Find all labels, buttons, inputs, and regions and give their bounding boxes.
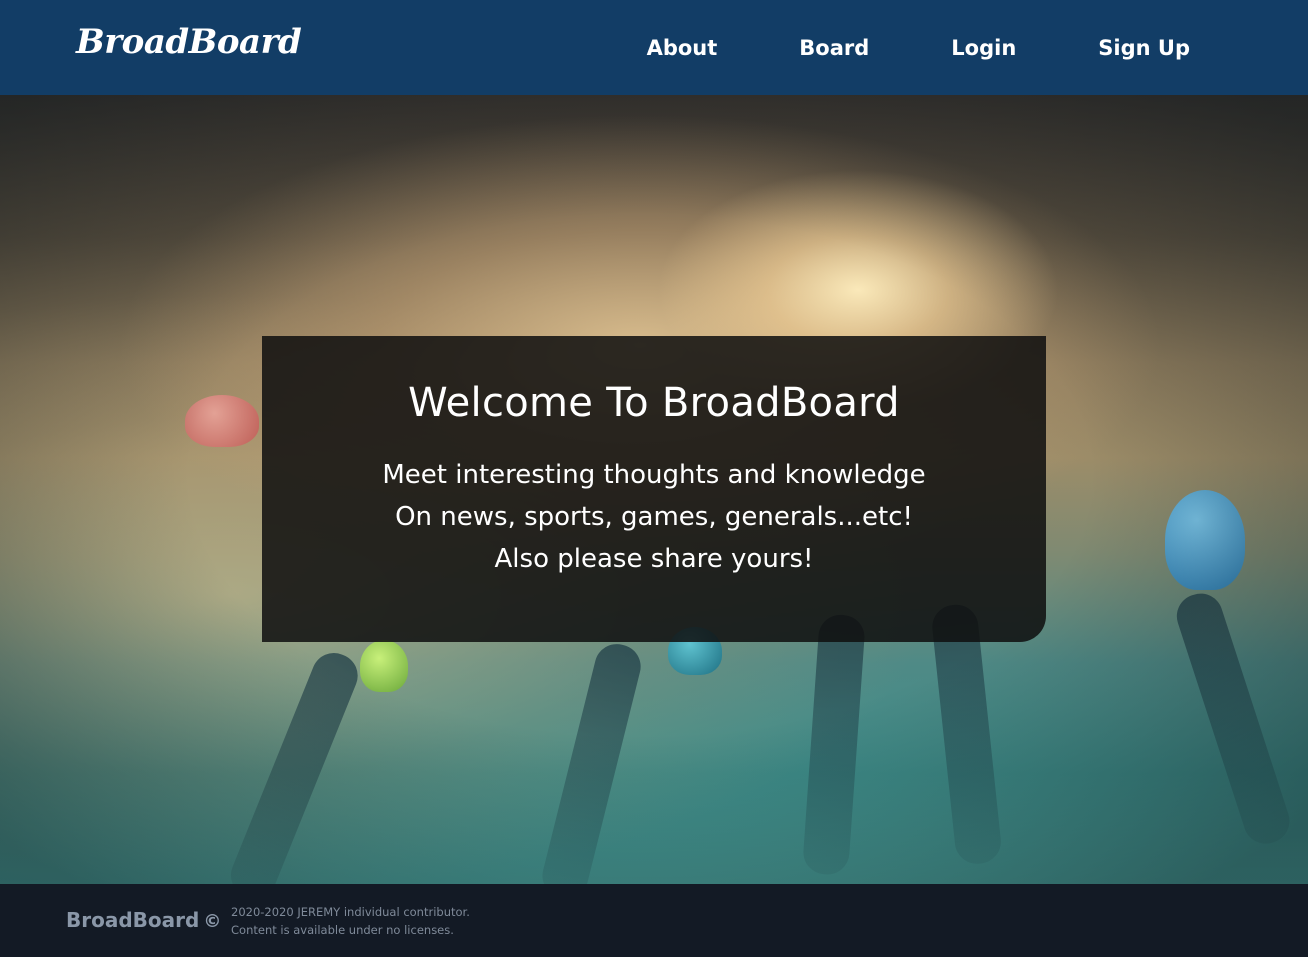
footer-brand: BroadBoard © <box>66 908 221 932</box>
footer: BroadBoard © 2020-2020 JEREMY individual … <box>0 884 1308 957</box>
footer-copyright-line: 2020-2020 JEREMY individual contributor. <box>231 905 470 919</box>
welcome-description: Meet interesting thoughts and knowledge … <box>262 454 1046 580</box>
welcome-title: Welcome To BroadBoard <box>408 380 900 426</box>
nav-login-link[interactable]: Login <box>951 36 1016 60</box>
top-navbar: BroadBoard About Board Login Sign Up <box>0 0 1308 95</box>
footer-brand-name: BroadBoard <box>66 908 200 932</box>
welcome-card: Welcome To BroadBoard Meet interesting t… <box>262 336 1046 642</box>
welcome-line-2: On news, sports, games, generals...etc! <box>395 502 913 532</box>
footer-license-line: Content is available under no licenses. <box>231 923 454 937</box>
brand-logo[interactable]: BroadBoard <box>76 22 302 62</box>
welcome-line-1: Meet interesting thoughts and knowledge <box>382 460 926 490</box>
nav-signup-link[interactable]: Sign Up <box>1098 36 1190 60</box>
welcome-line-3: Also please share yours! <box>494 544 814 574</box>
hero-background-image: Welcome To BroadBoard Meet interesting t… <box>0 95 1308 884</box>
copyright-icon: © <box>203 911 222 932</box>
nav-board-link[interactable]: Board <box>799 36 869 60</box>
nav-about-link[interactable]: About <box>647 36 718 60</box>
footer-legal-text: 2020-2020 JEREMY individual contributor.… <box>231 903 470 939</box>
nav-links: About Board Login Sign Up <box>647 0 1190 95</box>
